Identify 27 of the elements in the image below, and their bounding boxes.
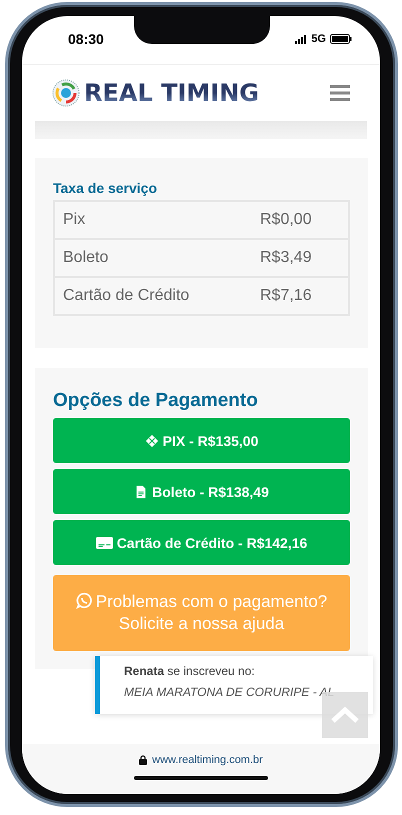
battery-icon: [330, 34, 352, 44]
event-name: MEIA MARATONA DE CORURIPE - AL: [124, 685, 336, 699]
document-icon: [134, 484, 148, 498]
table-cell: R$3,49: [252, 239, 349, 277]
payment-button[interactable]: Boleto - R$138,49: [53, 469, 350, 514]
diamond-icon: [144, 434, 159, 448]
payment-button[interactable]: PIX - R$135,00: [53, 418, 350, 463]
toast-message: Renata se inscreveu no:: [124, 664, 256, 678]
chevron-up-icon: [330, 706, 360, 724]
status-time: 08:30: [68, 31, 104, 47]
lock-icon: [139, 755, 148, 765]
section-title: Taxa de serviço: [53, 180, 158, 196]
table-cell: R$7,16: [252, 277, 349, 315]
logo-emblem-icon: [52, 79, 80, 107]
signal-icon: [295, 34, 308, 44]
section-title: Opções de Pagamento: [53, 390, 259, 412]
chat-bubble-icon: [76, 592, 93, 609]
payment-button[interactable]: Cartão de Crédito - R$142,16: [53, 520, 350, 565]
menu-icon[interactable]: [330, 85, 350, 101]
table-cell: Cartão de Crédito: [54, 277, 252, 315]
help-button[interactable]: Problemas com o pagamento? Solicite a nossa ajuda: [53, 575, 350, 651]
table-cell: R$0,00: [252, 201, 349, 239]
network-label: 5G: [311, 33, 326, 45]
table-cell: Pix: [54, 201, 252, 239]
url-text[interactable]: www.realtiming.com.br: [152, 754, 263, 766]
card-icon: [96, 536, 113, 548]
table-cell: Boleto: [54, 239, 252, 277]
